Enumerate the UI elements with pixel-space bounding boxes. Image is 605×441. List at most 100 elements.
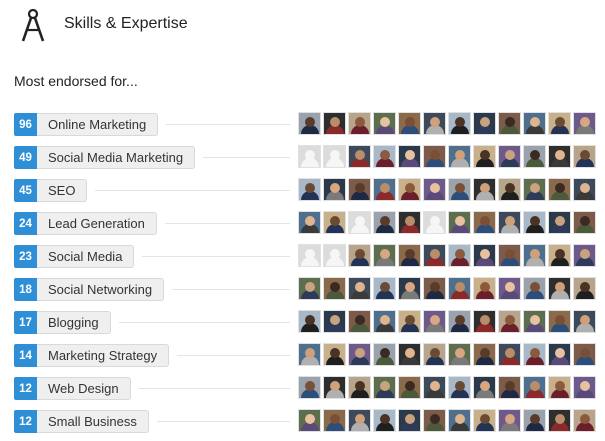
endorser-avatar[interactable] (423, 343, 446, 366)
endorser-avatar[interactable] (398, 211, 421, 234)
endorser-avatar[interactable] (323, 343, 346, 366)
endorser-avatar[interactable] (348, 178, 371, 201)
endorser-avatar[interactable] (398, 409, 421, 432)
endorser-avatar[interactable] (423, 409, 446, 432)
endorser-avatar[interactable] (548, 343, 571, 366)
endorser-avatar[interactable] (323, 376, 346, 399)
endorser-avatar[interactable] (373, 409, 396, 432)
endorser-avatar[interactable] (323, 112, 346, 135)
endorser-avatar[interactable] (373, 244, 396, 267)
endorser-avatar[interactable] (323, 211, 346, 234)
endorser-avatar[interactable] (498, 409, 521, 432)
endorser-avatar[interactable] (498, 112, 521, 135)
endorser-avatar[interactable] (473, 409, 496, 432)
endorser-avatar[interactable] (323, 409, 346, 432)
endorser-avatar[interactable] (398, 277, 421, 300)
endorser-avatar[interactable] (548, 409, 571, 432)
endorser-avatar[interactable] (298, 310, 321, 333)
endorser-avatar[interactable] (423, 277, 446, 300)
endorser-avatar[interactable] (448, 310, 471, 333)
avatar-placeholder-icon[interactable] (323, 145, 346, 168)
endorser-avatar[interactable] (523, 277, 546, 300)
skill-pill[interactable]: Web Design (37, 377, 131, 400)
endorser-avatar[interactable] (498, 145, 521, 168)
endorsement-count-badge[interactable]: 18 (14, 278, 37, 301)
skill-pill[interactable]: Social Networking (37, 278, 165, 301)
endorser-avatar[interactable] (348, 409, 371, 432)
endorser-avatar[interactable] (348, 112, 371, 135)
endorser-avatar[interactable] (523, 112, 546, 135)
endorser-avatar[interactable] (523, 310, 546, 333)
skill-pill[interactable]: Social Media (37, 245, 135, 268)
endorser-avatar[interactable] (423, 112, 446, 135)
endorser-avatar[interactable] (548, 211, 571, 234)
endorser-avatar[interactable] (548, 277, 571, 300)
endorser-avatar[interactable] (298, 112, 321, 135)
endorser-avatar[interactable] (573, 277, 596, 300)
endorser-avatar[interactable] (373, 145, 396, 168)
endorser-avatar[interactable] (473, 112, 496, 135)
endorser-avatar[interactable] (473, 310, 496, 333)
endorser-avatar[interactable] (523, 409, 546, 432)
endorser-avatar[interactable] (473, 343, 496, 366)
endorsement-count-badge[interactable]: 49 (14, 146, 37, 169)
endorser-avatar[interactable] (523, 145, 546, 168)
endorser-avatar[interactable] (348, 277, 371, 300)
endorser-avatar[interactable] (348, 244, 371, 267)
avatar-placeholder-icon[interactable] (298, 145, 321, 168)
endorsement-count-badge[interactable]: 12 (14, 410, 37, 433)
skill-pill[interactable]: Lead Generation (37, 212, 157, 235)
endorser-avatar[interactable] (448, 277, 471, 300)
endorser-avatar[interactable] (423, 145, 446, 168)
endorser-avatar[interactable] (323, 277, 346, 300)
skill-pill[interactable]: SEO (37, 179, 88, 202)
endorser-avatar[interactable] (498, 211, 521, 234)
endorser-avatar[interactable] (498, 376, 521, 399)
endorser-avatar[interactable] (473, 145, 496, 168)
endorser-avatar[interactable] (573, 376, 596, 399)
endorser-avatar[interactable] (448, 244, 471, 267)
endorser-avatar[interactable] (548, 244, 571, 267)
endorser-avatar[interactable] (548, 145, 571, 168)
endorser-avatar[interactable] (498, 310, 521, 333)
endorser-avatar[interactable] (523, 343, 546, 366)
skill-pill[interactable]: Online Marketing (37, 113, 159, 136)
endorser-avatar[interactable] (448, 211, 471, 234)
endorser-avatar[interactable] (548, 178, 571, 201)
endorser-avatar[interactable] (398, 178, 421, 201)
avatar-placeholder-icon[interactable] (323, 244, 346, 267)
endorser-avatar[interactable] (473, 376, 496, 399)
endorser-avatar[interactable] (548, 376, 571, 399)
endorser-avatar[interactable] (298, 409, 321, 432)
endorser-avatar[interactable] (448, 145, 471, 168)
endorser-avatar[interactable] (398, 145, 421, 168)
endorser-avatar[interactable] (423, 244, 446, 267)
endorser-avatar[interactable] (298, 211, 321, 234)
endorser-avatar[interactable] (523, 178, 546, 201)
endorser-avatar[interactable] (373, 310, 396, 333)
endorser-avatar[interactable] (573, 409, 596, 432)
endorser-avatar[interactable] (573, 244, 596, 267)
endorser-avatar[interactable] (548, 112, 571, 135)
endorser-avatar[interactable] (423, 376, 446, 399)
avatar-placeholder-icon[interactable] (348, 211, 371, 234)
endorser-avatar[interactable] (573, 343, 596, 366)
endorser-avatar[interactable] (323, 310, 346, 333)
skill-pill[interactable]: Social Media Marketing (37, 146, 196, 169)
endorser-avatar[interactable] (523, 376, 546, 399)
endorser-avatar[interactable] (548, 310, 571, 333)
endorser-avatar[interactable] (298, 277, 321, 300)
endorser-avatar[interactable] (523, 211, 546, 234)
endorser-avatar[interactable] (348, 310, 371, 333)
endorser-avatar[interactable] (373, 211, 396, 234)
endorser-avatar[interactable] (573, 310, 596, 333)
endorser-avatar[interactable] (348, 145, 371, 168)
endorser-avatar[interactable] (498, 277, 521, 300)
endorser-avatar[interactable] (398, 244, 421, 267)
endorser-avatar[interactable] (373, 178, 396, 201)
avatar-placeholder-icon[interactable] (423, 211, 446, 234)
endorser-avatar[interactable] (448, 376, 471, 399)
skill-pill[interactable]: Marketing Strategy (37, 344, 170, 367)
endorsement-count-badge[interactable]: 12 (14, 377, 37, 400)
endorser-avatar[interactable] (448, 178, 471, 201)
